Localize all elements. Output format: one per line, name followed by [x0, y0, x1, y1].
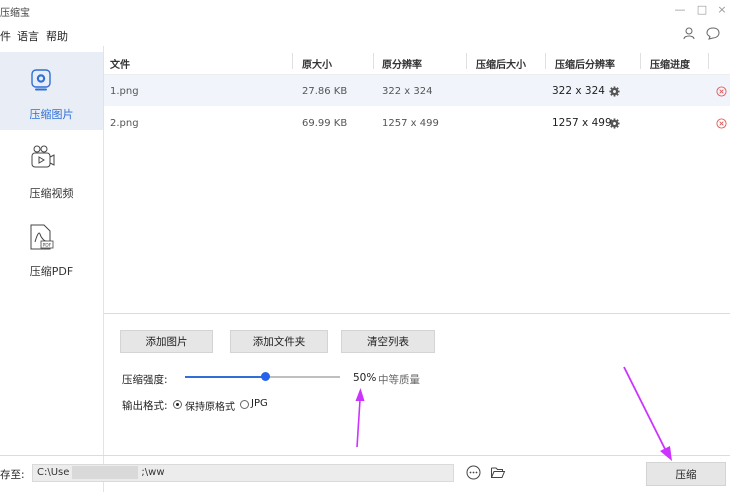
row-file: 2.png [110, 118, 139, 129]
format-keep-radio[interactable] [173, 400, 182, 409]
menu-file[interactable]: 件 [0, 28, 11, 44]
add-image-button[interactable]: 添加图片 [120, 330, 213, 353]
save-path-prefix: C:\Use [37, 467, 70, 478]
folder-open-icon[interactable] [490, 465, 506, 480]
svg-text:PDF: PDF [43, 243, 52, 249]
video-compress-icon[interactable] [26, 143, 56, 173]
add-folder-button[interactable]: 添加文件夹 [230, 330, 328, 353]
header-separator [373, 53, 374, 69]
row-resolution: 1257 x 499 [382, 118, 439, 129]
header-progress: 压缩进度 [650, 60, 690, 71]
row-size: 69.99 KB [302, 118, 348, 129]
row-size: 27.86 KB [302, 86, 348, 97]
strength-label: 压缩强度: [122, 374, 168, 386]
sidebar-item-pdf-label[interactable]: 压缩PDF [0, 263, 103, 279]
header-separator [292, 53, 293, 69]
row-compressed-resolution: 322 x 324 [552, 85, 605, 97]
save-bar-divider [0, 455, 730, 456]
redacted-blur [72, 466, 138, 479]
strength-slider-thumb[interactable] [260, 372, 270, 381]
header-size: 原大小 [302, 60, 332, 71]
header-separator [545, 53, 546, 69]
menu-help[interactable]: 帮助 [46, 28, 68, 44]
panel-divider [104, 313, 730, 314]
remove-icon[interactable] [716, 118, 727, 129]
gear-icon[interactable] [609, 118, 620, 129]
header-separator [708, 53, 709, 69]
format-label: 输出格式: [122, 400, 168, 412]
close-button[interactable]: × [714, 2, 730, 18]
clear-list-button[interactable]: 清空列表 [341, 330, 435, 353]
more-options-icon[interactable] [466, 465, 481, 480]
row-resolution: 322 x 324 [382, 86, 433, 97]
sidebar-item-image-label: 压缩图片 [29, 108, 74, 121]
row-file: 1.png [110, 86, 139, 97]
save-path-suffix: ;\ww [141, 467, 165, 478]
header-separator [466, 53, 467, 69]
remove-icon[interactable] [716, 86, 727, 97]
quality-label: 中等质量 [378, 374, 420, 386]
app-title: 压缩宝 [0, 8, 30, 19]
sidebar-item-video-label[interactable]: 压缩视频 [0, 185, 103, 201]
pdf-compress-icon[interactable]: PDF [26, 222, 56, 252]
menu-language[interactable]: 语言 [17, 28, 39, 44]
maximize-button[interactable]: □ [694, 2, 710, 18]
row-compressed-resolution: 1257 x 499 [552, 117, 612, 129]
header-resolution: 原分辨率 [382, 60, 422, 71]
gear-icon[interactable] [609, 86, 620, 97]
minimize-button[interactable]: — [672, 2, 688, 18]
compress-button[interactable]: 压缩 [646, 462, 726, 486]
image-compress-icon [31, 69, 51, 91]
user-icon[interactable] [682, 26, 696, 40]
format-keep-label[interactable]: 保持原格式 [185, 398, 235, 413]
strength-slider-fill [185, 376, 263, 378]
save-label: 存至: [0, 469, 25, 481]
header-file: 文件 [110, 60, 130, 71]
format-jpg-radio[interactable] [240, 400, 249, 409]
format-jpg-label[interactable]: JPG [251, 398, 268, 409]
header-separator [640, 53, 641, 69]
title-bar: 压缩宝 — □ × [0, 0, 730, 22]
header-compressed-resolution: 压缩后分辨率 [555, 60, 615, 71]
strength-value: 50% [353, 372, 377, 384]
header-compressed-size: 压缩后大小 [476, 60, 526, 71]
chat-icon[interactable] [706, 26, 720, 40]
